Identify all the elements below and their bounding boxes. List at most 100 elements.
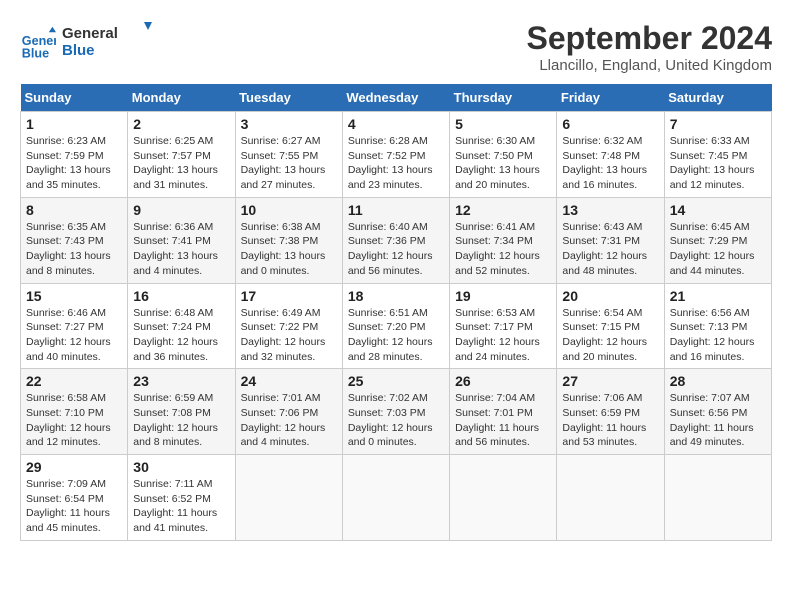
day-cell: 1 Sunrise: 6:23 AM Sunset: 7:59 PM Dayli… — [21, 112, 128, 198]
svg-text:Blue: Blue — [22, 46, 49, 60]
header-saturday: Saturday — [664, 84, 771, 112]
day-cell: 5 Sunrise: 6:30 AM Sunset: 7:50 PM Dayli… — [450, 112, 557, 198]
day-number: 8 — [26, 202, 122, 218]
day-cell: 26 Sunrise: 7:04 AM Sunset: 7:01 PM Dayl… — [450, 369, 557, 455]
day-number: 4 — [348, 116, 444, 132]
svg-text:General: General — [62, 25, 118, 42]
day-info: Sunrise: 6:41 AM Sunset: 7:34 PM Dayligh… — [455, 220, 551, 279]
day-info: Sunrise: 6:38 AM Sunset: 7:38 PM Dayligh… — [241, 220, 337, 279]
day-cell: 19 Sunrise: 6:53 AM Sunset: 7:17 PM Dayl… — [450, 283, 557, 369]
day-info: Sunrise: 6:28 AM Sunset: 7:52 PM Dayligh… — [348, 134, 444, 193]
day-number: 12 — [455, 202, 551, 218]
day-cell: 16 Sunrise: 6:48 AM Sunset: 7:24 PM Dayl… — [128, 283, 235, 369]
day-number: 11 — [348, 202, 444, 218]
day-cell: 24 Sunrise: 7:01 AM Sunset: 7:06 PM Dayl… — [235, 369, 342, 455]
day-number: 22 — [26, 373, 122, 389]
day-info: Sunrise: 6:53 AM Sunset: 7:17 PM Dayligh… — [455, 306, 551, 365]
location-subtitle: Llancillo, England, United Kingdom — [527, 57, 772, 74]
day-number: 13 — [562, 202, 658, 218]
day-cell: 25 Sunrise: 7:02 AM Sunset: 7:03 PM Dayl… — [342, 369, 449, 455]
day-info: Sunrise: 7:09 AM Sunset: 6:54 PM Dayligh… — [26, 477, 122, 536]
day-number: 26 — [455, 373, 551, 389]
day-number: 16 — [133, 288, 229, 304]
svg-text:Blue: Blue — [62, 42, 95, 59]
day-cell: 3 Sunrise: 6:27 AM Sunset: 7:55 PM Dayli… — [235, 112, 342, 198]
week-row-5: 29 Sunrise: 7:09 AM Sunset: 6:54 PM Dayl… — [21, 455, 772, 541]
day-number: 23 — [133, 373, 229, 389]
header-sunday: Sunday — [21, 84, 128, 112]
week-row-4: 22 Sunrise: 6:58 AM Sunset: 7:10 PM Dayl… — [21, 369, 772, 455]
day-cell: 17 Sunrise: 6:49 AM Sunset: 7:22 PM Dayl… — [235, 283, 342, 369]
day-cell: 15 Sunrise: 6:46 AM Sunset: 7:27 PM Dayl… — [21, 283, 128, 369]
day-info: Sunrise: 6:48 AM Sunset: 7:24 PM Dayligh… — [133, 306, 229, 365]
day-cell: 30 Sunrise: 7:11 AM Sunset: 6:52 PM Dayl… — [128, 455, 235, 541]
day-info: Sunrise: 7:02 AM Sunset: 7:03 PM Dayligh… — [348, 391, 444, 450]
day-cell: 9 Sunrise: 6:36 AM Sunset: 7:41 PM Dayli… — [128, 197, 235, 283]
day-cell: 11 Sunrise: 6:40 AM Sunset: 7:36 PM Dayl… — [342, 197, 449, 283]
day-number: 24 — [241, 373, 337, 389]
day-info: Sunrise: 6:32 AM Sunset: 7:48 PM Dayligh… — [562, 134, 658, 193]
day-info: Sunrise: 6:43 AM Sunset: 7:31 PM Dayligh… — [562, 220, 658, 279]
day-cell: 4 Sunrise: 6:28 AM Sunset: 7:52 PM Dayli… — [342, 112, 449, 198]
logo-svg: General Blue — [62, 20, 152, 60]
day-cell: 10 Sunrise: 6:38 AM Sunset: 7:38 PM Dayl… — [235, 197, 342, 283]
day-number: 10 — [241, 202, 337, 218]
day-cell: 23 Sunrise: 6:59 AM Sunset: 7:08 PM Dayl… — [128, 369, 235, 455]
week-row-3: 15 Sunrise: 6:46 AM Sunset: 7:27 PM Dayl… — [21, 283, 772, 369]
day-number: 9 — [133, 202, 229, 218]
day-cell: 14 Sunrise: 6:45 AM Sunset: 7:29 PM Dayl… — [664, 197, 771, 283]
day-info: Sunrise: 6:54 AM Sunset: 7:15 PM Dayligh… — [562, 306, 658, 365]
header: General Blue General Blue September 2024… — [20, 20, 772, 74]
day-cell: 6 Sunrise: 6:32 AM Sunset: 7:48 PM Dayli… — [557, 112, 664, 198]
day-number: 28 — [670, 373, 766, 389]
week-row-1: 1 Sunrise: 6:23 AM Sunset: 7:59 PM Dayli… — [21, 112, 772, 198]
day-cell: 2 Sunrise: 6:25 AM Sunset: 7:57 PM Dayli… — [128, 112, 235, 198]
day-info: Sunrise: 6:33 AM Sunset: 7:45 PM Dayligh… — [670, 134, 766, 193]
day-cell — [235, 455, 342, 541]
day-number: 6 — [562, 116, 658, 132]
day-number: 25 — [348, 373, 444, 389]
day-number: 30 — [133, 459, 229, 475]
day-info: Sunrise: 7:01 AM Sunset: 7:06 PM Dayligh… — [241, 391, 337, 450]
day-number: 18 — [348, 288, 444, 304]
day-info: Sunrise: 6:59 AM Sunset: 7:08 PM Dayligh… — [133, 391, 229, 450]
day-info: Sunrise: 6:25 AM Sunset: 7:57 PM Dayligh… — [133, 134, 229, 193]
header-thursday: Thursday — [450, 84, 557, 112]
day-cell — [342, 455, 449, 541]
day-info: Sunrise: 7:11 AM Sunset: 6:52 PM Dayligh… — [133, 477, 229, 536]
day-number: 15 — [26, 288, 122, 304]
calendar-body: 1 Sunrise: 6:23 AM Sunset: 7:59 PM Dayli… — [21, 112, 772, 541]
day-info: Sunrise: 6:30 AM Sunset: 7:50 PM Dayligh… — [455, 134, 551, 193]
day-info: Sunrise: 6:27 AM Sunset: 7:55 PM Dayligh… — [241, 134, 337, 193]
day-info: Sunrise: 6:45 AM Sunset: 7:29 PM Dayligh… — [670, 220, 766, 279]
title-area: September 2024 Llancillo, England, Unite… — [527, 20, 772, 74]
day-info: Sunrise: 6:36 AM Sunset: 7:41 PM Dayligh… — [133, 220, 229, 279]
calendar-table: SundayMondayTuesdayWednesdayThursdayFrid… — [20, 84, 772, 541]
day-cell: 13 Sunrise: 6:43 AM Sunset: 7:31 PM Dayl… — [557, 197, 664, 283]
day-cell: 18 Sunrise: 6:51 AM Sunset: 7:20 PM Dayl… — [342, 283, 449, 369]
calendar-header-row: SundayMondayTuesdayWednesdayThursdayFrid… — [21, 84, 772, 112]
day-number: 20 — [562, 288, 658, 304]
day-number: 5 — [455, 116, 551, 132]
day-info: Sunrise: 6:58 AM Sunset: 7:10 PM Dayligh… — [26, 391, 122, 450]
day-info: Sunrise: 6:51 AM Sunset: 7:20 PM Dayligh… — [348, 306, 444, 365]
day-number: 19 — [455, 288, 551, 304]
day-info: Sunrise: 6:23 AM Sunset: 7:59 PM Dayligh… — [26, 134, 122, 193]
day-cell: 20 Sunrise: 6:54 AM Sunset: 7:15 PM Dayl… — [557, 283, 664, 369]
day-info: Sunrise: 7:07 AM Sunset: 6:56 PM Dayligh… — [670, 391, 766, 450]
day-info: Sunrise: 6:40 AM Sunset: 7:36 PM Dayligh… — [348, 220, 444, 279]
day-cell: 8 Sunrise: 6:35 AM Sunset: 7:43 PM Dayli… — [21, 197, 128, 283]
day-number: 21 — [670, 288, 766, 304]
day-number: 29 — [26, 459, 122, 475]
header-tuesday: Tuesday — [235, 84, 342, 112]
day-number: 3 — [241, 116, 337, 132]
day-cell: 27 Sunrise: 7:06 AM Sunset: 6:59 PM Dayl… — [557, 369, 664, 455]
week-row-2: 8 Sunrise: 6:35 AM Sunset: 7:43 PM Dayli… — [21, 197, 772, 283]
day-info: Sunrise: 7:04 AM Sunset: 7:01 PM Dayligh… — [455, 391, 551, 450]
logo: General Blue General Blue — [20, 20, 152, 65]
header-wednesday: Wednesday — [342, 84, 449, 112]
day-number: 1 — [26, 116, 122, 132]
day-cell — [664, 455, 771, 541]
day-cell — [557, 455, 664, 541]
day-cell: 29 Sunrise: 7:09 AM Sunset: 6:54 PM Dayl… — [21, 455, 128, 541]
